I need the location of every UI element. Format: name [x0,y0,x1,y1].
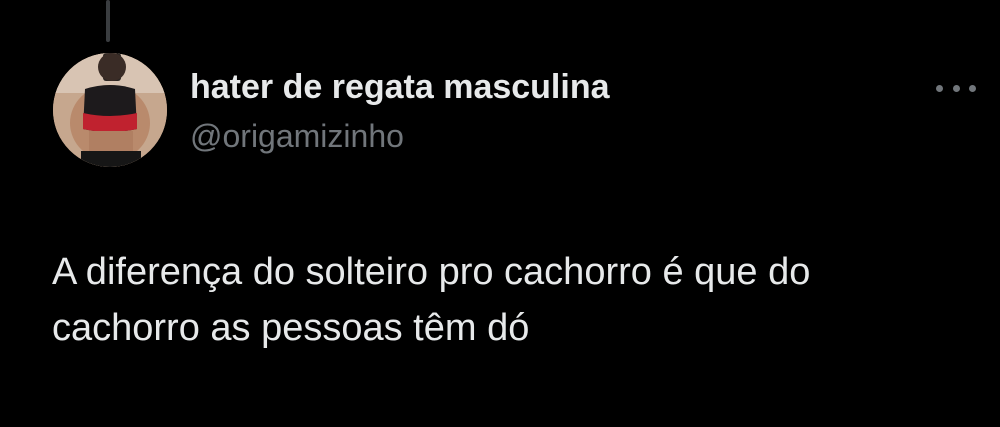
profile-photo-icon [53,53,167,167]
author-handle[interactable]: @origamizinho [190,118,404,155]
tweet-text: A diferença do solteiro pro cachorro é q… [52,244,972,356]
more-horizontal-icon [936,84,943,92]
tweet-text-line: cachorro as pessoas têm dó [52,307,530,349]
tweet-text-line: A diferença do solteiro pro cachorro é q… [52,251,811,293]
author-display-name[interactable]: hater de regata masculina [190,68,610,107]
thread-connector-line [106,0,110,42]
more-horizontal-icon [969,84,976,92]
more-horizontal-icon [952,84,960,92]
avatar[interactable] [53,53,167,167]
more-options-button[interactable] [936,78,976,98]
